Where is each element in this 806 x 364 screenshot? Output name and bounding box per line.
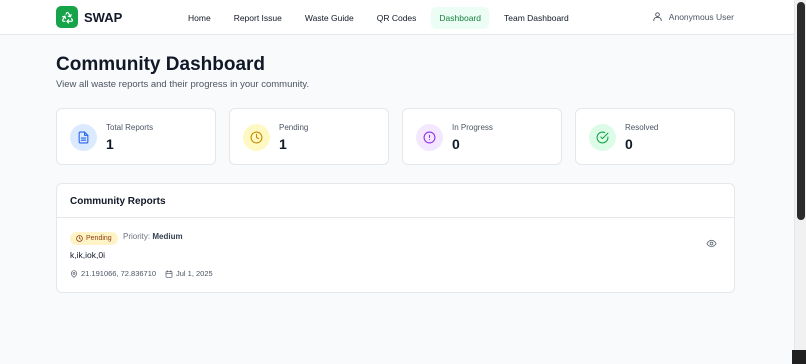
- priority: Priority: Medium: [123, 232, 183, 241]
- corner-widget-icon[interactable]: [792, 350, 806, 364]
- vertical-scrollbar[interactable]: [794, 0, 806, 364]
- main-nav: Home Report Issue Waste Guide QR Codes D…: [180, 7, 584, 29]
- nav-report-issue[interactable]: Report Issue: [226, 7, 290, 29]
- stat-label: In Progress: [452, 123, 493, 132]
- view-report-button[interactable]: [706, 236, 717, 254]
- report-location: 21.191066, 72.836710: [70, 269, 156, 278]
- stat-value: 1: [279, 136, 287, 152]
- stat-value: 0: [452, 136, 460, 152]
- document-icon: [70, 124, 97, 151]
- nav-dashboard[interactable]: Dashboard: [431, 7, 489, 29]
- report-description: k,ik,iok,0i: [70, 250, 105, 260]
- stat-label: Pending: [279, 123, 309, 132]
- report-date: Jul 1, 2025: [165, 269, 213, 278]
- nav-qr-codes[interactable]: QR Codes: [369, 7, 425, 29]
- stat-card-in-progress: In Progress 0: [402, 108, 562, 165]
- page-title: Community Dashboard: [56, 54, 266, 75]
- brand-name: SWAP: [84, 9, 123, 25]
- priority-value: Medium: [152, 232, 183, 241]
- user-name: Anonymous User: [668, 11, 734, 22]
- stat-card-total-reports: Total Reports 1: [56, 108, 216, 165]
- stat-label: Total Reports: [106, 123, 154, 132]
- user-icon: [653, 12, 662, 22]
- alert-circle-icon: [416, 124, 443, 151]
- nav-home[interactable]: Home: [180, 7, 219, 29]
- user-menu[interactable]: Anonymous User: [652, 11, 734, 22]
- eye-icon: [706, 239, 717, 248]
- status-badge: Pending: [70, 232, 118, 245]
- clock-icon: [243, 124, 270, 151]
- page-subtitle: View all waste reports and their progres…: [56, 79, 310, 90]
- nav-waste-guide[interactable]: Waste Guide: [297, 7, 362, 29]
- recycle-icon: [56, 6, 78, 28]
- brand-logo[interactable]: SWAP: [56, 6, 122, 28]
- calendar-icon: [165, 269, 173, 278]
- nav-team-dashboard[interactable]: Team Dashboard: [496, 7, 577, 29]
- priority-label: Priority:: [123, 232, 151, 241]
- stat-card-pending: Pending 1: [229, 108, 389, 165]
- check-circle-icon: [589, 124, 616, 151]
- panel-title: Community Reports: [70, 196, 166, 207]
- status-text: Pending: [86, 235, 112, 242]
- date-text: Jul 1, 2025: [176, 269, 213, 278]
- community-reports-panel: Community Reports Pending Priority: Medi…: [56, 183, 735, 293]
- stat-value: 0: [625, 136, 633, 152]
- stat-value: 1: [106, 136, 114, 152]
- map-pin-icon: [71, 269, 77, 278]
- divider: [57, 217, 734, 218]
- scrollbar-thumb[interactable]: [797, 2, 805, 220]
- stat-card-resolved: Resolved 0: [575, 108, 735, 165]
- top-navbar: SWAP Home Report Issue Waste Guide QR Co…: [0, 0, 794, 35]
- clock-icon: [76, 235, 83, 242]
- location-text: 21.191066, 72.836710: [81, 269, 157, 278]
- stat-label: Resolved: [625, 123, 659, 132]
